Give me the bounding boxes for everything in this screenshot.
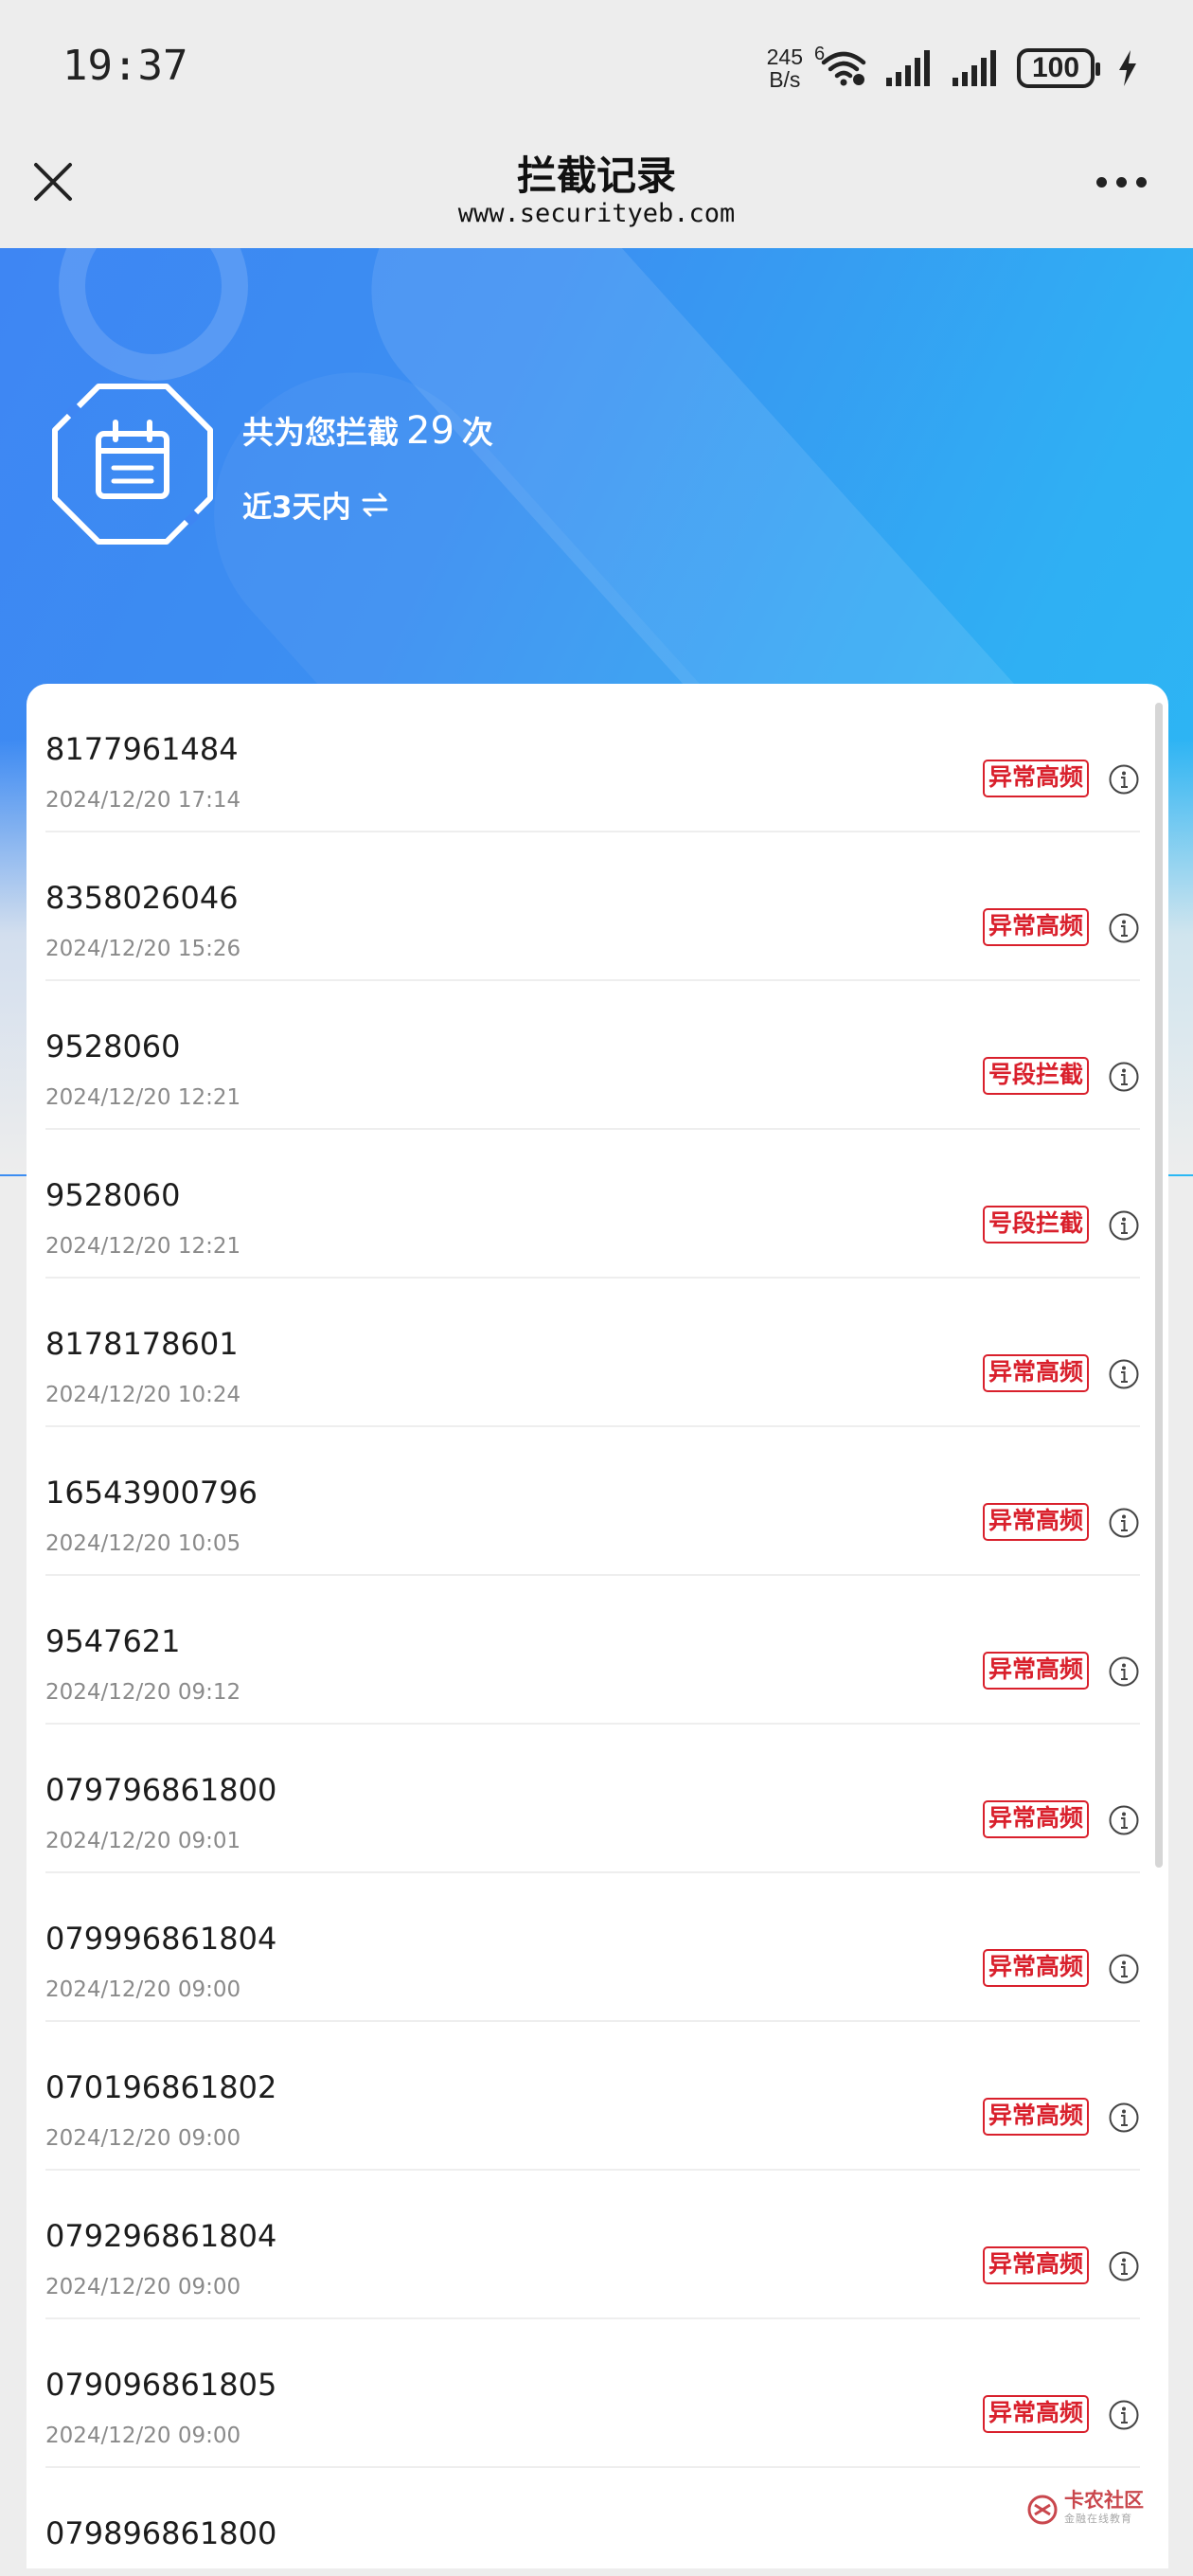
more-dot-icon [1096,176,1107,188]
record-reason-tag: 异常高频 [982,2246,1089,2284]
record-row[interactable]: 9528060 2024/12/20 12:21 号段拦截 [45,1130,1140,1279]
record-reason-tag: 异常高频 [982,1949,1089,1987]
record-time: 2024/12/20 09:00 [45,2275,241,2299]
record-time: 2024/12/20 17:14 [45,788,241,813]
watermark-logo-icon [1027,2495,1058,2525]
record-phone-number: 8178178601 [45,1326,239,1362]
page-title: 拦截记录 [516,152,676,199]
network-speed-value: 245 [766,45,803,69]
record-reason-tag: 异常高频 [982,760,1089,797]
info-icon[interactable] [1108,2399,1140,2431]
info-icon[interactable] [1108,1507,1140,1539]
record-phone-number: 8358026046 [45,880,239,916]
status-bar: 19:37 245 B/s 6 100 [0,0,1193,133]
watermark-subtext: 金融在线教育 [1064,2513,1132,2525]
watermark: 卡农社区 金融在线教育 [1026,2491,1144,2529]
record-phone-number: 16543900796 [45,1475,258,1511]
info-icon[interactable] [1108,1953,1140,1985]
record-time: 2024/12/20 09:00 [45,2424,241,2448]
record-reason-tag: 号段拦截 [982,1057,1089,1095]
info-icon[interactable] [1108,1209,1140,1242]
record-row[interactable]: 9547621 2024/12/20 09:12 异常高频 [45,1576,1140,1725]
record-phone-number: 9547621 [45,1623,181,1659]
record-reason-tag: 异常高频 [982,1652,1089,1690]
count-prefix: 共为您拦截 [242,414,399,451]
record-row[interactable]: 079796861800 2024/12/20 09:01 异常高频 [45,1725,1140,1873]
record-row[interactable]: 8358026046 2024/12/20 15:26 异常高频 [45,832,1140,981]
swap-arrows-icon [362,492,388,516]
record-phone-number: 9528060 [45,1177,181,1213]
record-reason-tag: 号段拦截 [982,1206,1089,1243]
record-time: 2024/12/20 09:00 [45,1977,241,2002]
record-row[interactable]: 079096861805 2024/12/20 09:00 异常高频 [45,2319,1140,2468]
record-reason-tag: 异常高频 [982,1800,1089,1838]
intercept-count: 共为您拦截 29 次 [242,407,493,453]
record-time: 2024/12/20 09:00 [45,2126,241,2151]
record-phone-number: 079896861800 [45,2515,277,2551]
info-icon[interactable] [1108,1061,1140,1093]
record-time: 2024/12/20 15:26 [45,937,241,961]
record-time: 2024/12/20 12:21 [45,1085,241,1110]
signal-icon [951,49,1000,87]
record-reason-tag: 异常高频 [982,1354,1089,1392]
info-icon[interactable] [1108,1655,1140,1688]
record-row[interactable]: 16543900796 2024/12/20 10:05 异常高频 [45,1427,1140,1576]
more-menu-button[interactable] [1096,172,1149,191]
battery-icon: 100 [1017,48,1100,88]
record-time: 2024/12/20 09:12 [45,1680,241,1705]
record-time: 2024/12/20 09:01 [45,1829,241,1853]
calendar-shield-icon [52,384,213,545]
wifi-badge: 6 [814,44,826,64]
charging-bolt-icon [1117,49,1138,87]
record-phone-number: 079996861804 [45,1921,277,1957]
record-row[interactable]: 8178178601 2024/12/20 10:24 异常高频 [45,1279,1140,1427]
record-reason-tag: 异常高频 [982,2098,1089,2136]
page-url: www.securityeb.com [457,199,736,228]
record-phone-number: 070196861802 [45,2069,277,2105]
record-phone-number: 079796861800 [45,1772,277,1808]
scrollbar[interactable] [1155,703,1163,1868]
network-speed: 245 B/s [767,45,803,91]
record-row[interactable]: 079296861804 2024/12/20 09:00 异常高频 [45,2171,1140,2319]
record-row[interactable]: 079996861804 2024/12/20 09:00 异常高频 [45,1873,1140,2022]
info-icon[interactable] [1108,2250,1140,2282]
record-time: 2024/12/20 10:05 [45,1531,241,1556]
record-time: 2024/12/20 10:24 [45,1383,241,1407]
record-reason-tag: 异常高频 [982,2395,1089,2433]
record-reason-tag: 异常高频 [982,1503,1089,1541]
more-dot-icon [1116,176,1127,188]
info-icon[interactable] [1108,2102,1140,2134]
more-dot-icon [1136,176,1147,188]
watermark-text: 卡农社区 [1064,2489,1144,2512]
title-bar: 拦截记录 www.securityeb.com [0,133,1193,248]
record-row[interactable]: 079896861800 [45,2468,1140,2568]
count-suffix: 次 [461,414,493,451]
record-row[interactable]: 9528060 2024/12/20 12:21 号段拦截 [45,981,1140,1130]
info-icon[interactable] [1108,1804,1140,1836]
info-icon[interactable] [1108,763,1140,796]
record-phone-number: 9528060 [45,1029,181,1064]
time-range-label: 近3天内 [242,491,351,525]
status-time: 19:37 [62,42,188,90]
record-phone-number: 079096861805 [45,2367,277,2403]
record-row[interactable]: 8177961484 2024/12/20 17:14 异常高频 [45,684,1140,832]
status-icons: 245 B/s 6 100 [767,44,1138,93]
count-value: 29 [406,409,454,453]
network-speed-unit: B/s [769,67,801,92]
time-range-toggle[interactable]: 近3天内 [242,483,389,526]
decorative-ring [59,248,248,381]
record-phone-number: 8177961484 [45,731,239,767]
record-reason-tag: 异常高频 [982,908,1089,946]
record-phone-number: 079296861804 [45,2218,277,2254]
signal-icon [884,49,934,87]
wifi-6-icon: 6 [814,44,867,87]
record-time: 2024/12/20 12:21 [45,1234,241,1259]
record-row[interactable]: 070196861802 2024/12/20 09:00 异常高频 [45,2022,1140,2171]
info-icon[interactable] [1108,1358,1140,1390]
intercept-record-list[interactable]: 8177961484 2024/12/20 17:14 异常高频 8358026046… [27,684,1168,2568]
info-icon[interactable] [1108,912,1140,944]
